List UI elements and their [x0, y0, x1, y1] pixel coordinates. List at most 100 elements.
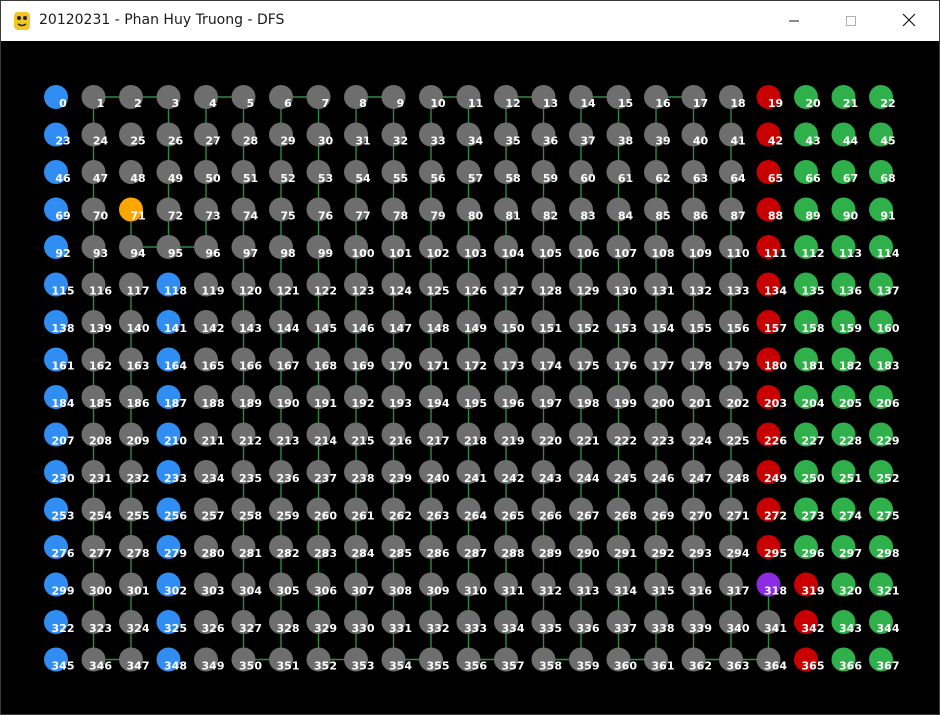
graph-node[interactable]: 264 [456, 497, 488, 523]
graph-node[interactable]: 139 [81, 310, 112, 335]
graph-node[interactable]: 119 [194, 272, 224, 298]
graph-node[interactable]: 363 [719, 647, 749, 673]
goal-node[interactable]: 318 [756, 572, 787, 598]
graph-node[interactable]: 262 [381, 497, 412, 523]
graph-node[interactable]: 61 [606, 160, 634, 185]
graph-node[interactable]: 308 [381, 572, 412, 598]
graph-node[interactable]: 231 [81, 460, 112, 485]
graph-node[interactable]: 170 [381, 347, 413, 373]
graph-node[interactable]: 270 [681, 497, 713, 523]
graph-node[interactable]: 40 [681, 122, 709, 148]
goal-area-node[interactable]: 183 [869, 347, 899, 373]
graph-node[interactable]: 123 [344, 272, 374, 298]
goal-area-node[interactable]: 297 [831, 535, 862, 560]
blocked-node[interactable]: 342 [794, 610, 824, 635]
graph-node[interactable]: 215 [344, 422, 374, 448]
graph-node[interactable]: 25 [119, 122, 146, 148]
graph-node[interactable]: 216 [381, 422, 413, 448]
graph-node[interactable]: 261 [344, 497, 374, 523]
graph-node[interactable]: 59 [531, 160, 559, 185]
start-area-node[interactable]: 187 [156, 385, 187, 410]
graph-node[interactable]: 237 [306, 460, 337, 485]
graph-node[interactable]: 140 [119, 310, 150, 335]
graph-node[interactable]: 282 [269, 535, 299, 560]
goal-area-node[interactable]: 275 [869, 497, 899, 523]
start-area-node[interactable]: 299 [44, 572, 74, 598]
goal-area-node[interactable]: 68 [869, 160, 896, 185]
graph-node[interactable]: 310 [456, 572, 488, 598]
goal-area-node[interactable]: 181 [794, 347, 824, 373]
graph-node[interactable]: 72 [156, 197, 184, 223]
goal-area-node[interactable]: 204 [794, 385, 825, 410]
graph-node[interactable]: 179 [719, 347, 749, 373]
graph-node[interactable]: 18 [719, 85, 746, 110]
graph-node[interactable]: 167 [269, 347, 299, 373]
goal-area-node[interactable]: 252 [869, 460, 899, 485]
graph-node[interactable]: 286 [419, 535, 450, 560]
goal-area-node[interactable]: 205 [831, 385, 862, 410]
graph-node[interactable]: 103 [456, 235, 487, 260]
graph-node[interactable]: 154 [644, 310, 675, 335]
graph-node[interactable]: 217 [419, 422, 449, 448]
graph-node[interactable]: 97 [231, 235, 259, 260]
graph-node[interactable]: 338 [644, 610, 674, 635]
graph-node[interactable]: 312 [531, 572, 562, 598]
graph-node[interactable]: 8 [344, 85, 368, 110]
graph-node[interactable]: 352 [306, 647, 337, 673]
graph-node[interactable]: 292 [644, 535, 674, 560]
graph-node[interactable]: 254 [81, 497, 113, 523]
graph-node[interactable]: 266 [531, 497, 563, 523]
start-area-node[interactable]: 161 [44, 347, 74, 373]
graph-node[interactable]: 53 [306, 160, 334, 185]
graph-node[interactable]: 232 [119, 460, 149, 485]
goal-area-node[interactable]: 206 [869, 385, 900, 410]
graph-node[interactable]: 208 [81, 422, 112, 448]
graph-node[interactable]: 288 [494, 535, 524, 560]
goal-area-node[interactable]: 158 [794, 310, 824, 335]
graph-node[interactable]: 220 [531, 422, 563, 448]
graph-node[interactable]: 263 [419, 497, 449, 523]
graph-node[interactable]: 96 [194, 235, 221, 260]
graph-node[interactable]: 346 [81, 647, 113, 673]
graph-node[interactable]: 307 [344, 572, 374, 598]
graph-node[interactable]: 316 [681, 572, 713, 598]
start-area-node[interactable]: 325 [156, 610, 187, 635]
graph-node[interactable]: 83 [569, 197, 596, 223]
goal-area-node[interactable]: 251 [831, 460, 862, 485]
graph-node[interactable]: 95 [156, 235, 184, 260]
start-area-node[interactable]: 322 [44, 610, 74, 635]
graph-node[interactable]: 189 [231, 385, 262, 410]
graph-node[interactable]: 78 [381, 197, 409, 223]
title-bar[interactable]: 20120231 - Phan Huy Truong - DFS [1, 1, 939, 41]
graph-node[interactable]: 130 [606, 272, 638, 298]
graph-node[interactable]: 34 [456, 122, 484, 148]
graph-node[interactable]: 82 [531, 197, 559, 223]
graph-node[interactable]: 284 [344, 535, 375, 560]
graph-node[interactable]: 324 [119, 610, 150, 635]
graph-node[interactable]: 315 [644, 572, 674, 598]
goal-area-node[interactable]: 112 [794, 235, 824, 260]
graph-node[interactable]: 98 [269, 235, 296, 260]
graph-node[interactable]: 148 [419, 310, 449, 335]
graph-node[interactable]: 165 [194, 347, 224, 373]
graph-node[interactable]: 3 [156, 85, 181, 110]
blocked-node[interactable]: 19 [756, 85, 784, 110]
graph-node[interactable]: 13 [531, 85, 559, 110]
graph-node[interactable]: 248 [719, 460, 749, 485]
graph-node[interactable]: 104 [494, 235, 525, 260]
graph-node[interactable]: 175 [569, 347, 599, 373]
goal-area-node[interactable]: 367 [869, 647, 899, 673]
start-area-node[interactable]: 69 [44, 197, 71, 223]
minimize-button[interactable] [771, 1, 817, 41]
graph-node[interactable]: 240 [419, 460, 450, 485]
graph-node[interactable]: 129 [569, 272, 599, 298]
graph-node[interactable]: 58 [494, 160, 521, 185]
graph-node[interactable]: 350 [231, 647, 263, 673]
graph-node[interactable]: 81 [494, 197, 521, 223]
graph-node[interactable]: 358 [531, 647, 562, 673]
graph-node[interactable]: 333 [456, 610, 487, 635]
goal-area-node[interactable]: 113 [831, 235, 862, 260]
graph-node[interactable]: 243 [531, 460, 562, 485]
graph-node[interactable]: 108 [644, 235, 674, 260]
goal-area-node[interactable]: 227 [794, 422, 824, 448]
